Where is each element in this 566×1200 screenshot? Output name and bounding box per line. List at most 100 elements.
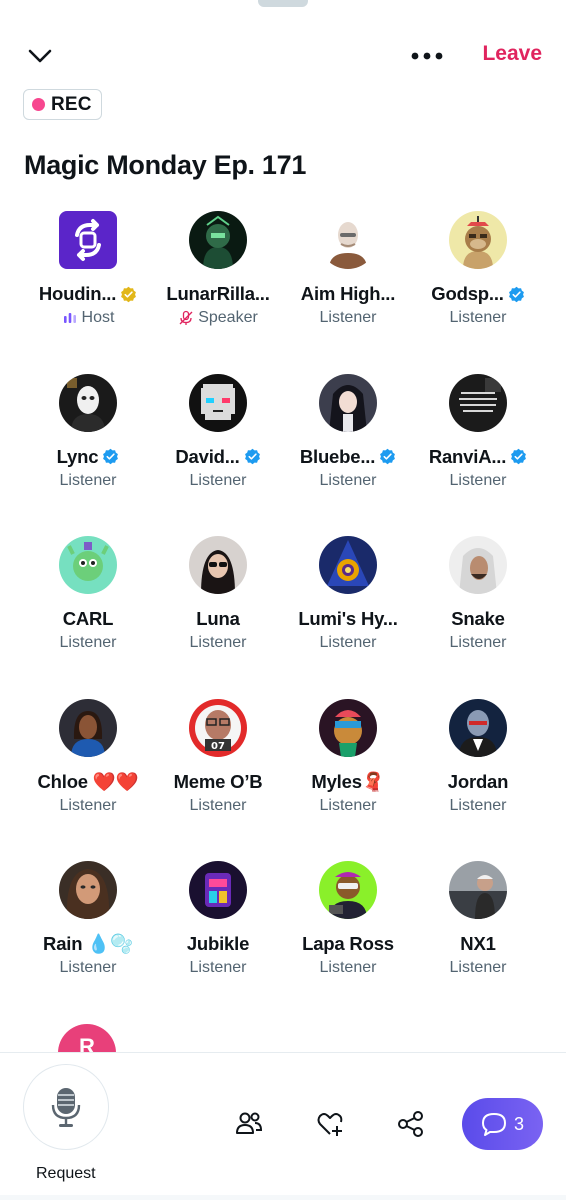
avatar[interactable] <box>319 861 377 919</box>
comments-count: 3 <box>513 1113 524 1134</box>
participant-name-row: CARL <box>63 608 114 630</box>
participant-name-row: David... <box>175 446 260 468</box>
audio-bars-icon <box>63 313 76 323</box>
participant-2[interactable]: LunarRilla... Speaker <box>153 211 283 374</box>
verified-badge-icon <box>380 448 396 465</box>
participant-name: Lync <box>56 445 99 467</box>
top-bar: Leave <box>0 30 566 82</box>
avatar[interactable] <box>59 536 117 594</box>
avatar[interactable] <box>189 373 247 432</box>
avatar[interactable]: R <box>58 1024 116 1054</box>
participant-role: Listener <box>319 309 377 326</box>
avatar[interactable] <box>449 861 507 919</box>
participant-role: Listener <box>319 796 377 814</box>
participant-name-row: Bluebe... <box>300 446 396 468</box>
participant-name: Lumi's Hy... <box>298 608 398 629</box>
participant-15[interactable]: Myles🧣 Listener <box>283 698 413 862</box>
participant-name: NX1 <box>460 933 496 954</box>
participant-role-row: Listener <box>60 634 117 652</box>
participant-name-row: Lumi's Hy... <box>298 608 398 630</box>
participant-name-row: Jordan <box>448 771 509 793</box>
svg-text:07: 07 <box>211 741 225 752</box>
participant-11[interactable]: Lumi's Hy... Listener <box>283 536 413 699</box>
avatar[interactable] <box>449 211 507 269</box>
participant-18[interactable]: Jubikle Listener <box>153 861 283 1024</box>
avatar[interactable] <box>59 698 117 757</box>
leave-button[interactable]: Leave <box>482 42 542 66</box>
participant-role-row: Listener <box>320 634 377 652</box>
participant-12[interactable]: Snake Listener <box>413 536 543 699</box>
avatar[interactable] <box>319 698 377 757</box>
participant-role-row: Listener <box>320 797 377 815</box>
avatar[interactable] <box>449 536 507 594</box>
participant-3[interactable]: Aim High... Listener <box>283 211 413 374</box>
participant-name: Myles🧣 <box>311 770 385 792</box>
participant-4[interactable]: Godsp... Listener <box>413 211 543 374</box>
participant-name: Houdin... <box>38 283 117 304</box>
participant-role-row: Listener <box>60 959 117 977</box>
participant-name-row: Snake <box>451 608 505 630</box>
participant-role: Listener <box>189 796 247 814</box>
avatar[interactable] <box>449 698 507 757</box>
participant-role-row: Host <box>62 309 115 327</box>
participant-8[interactable]: RanviA... Listener <box>413 373 543 537</box>
participant-name-row: Myles🧣 <box>311 771 384 793</box>
participant-name-row: Jubikle <box>187 933 250 955</box>
participant-role-row: Listener <box>450 797 507 815</box>
verified-badge-icon <box>121 286 137 302</box>
participant-name: LunarRilla... <box>166 283 270 304</box>
share-icon[interactable] <box>396 1109 426 1139</box>
avatar[interactable] <box>59 861 117 919</box>
participant-name: Lapa Ross <box>302 933 394 954</box>
comments-button[interactable]: 3 <box>462 1098 543 1150</box>
participant-name: Bluebe... <box>299 445 376 467</box>
participant-role: Listener <box>319 634 377 651</box>
participant-role-row: Listener <box>190 959 247 977</box>
participant-name: Godsp... <box>431 283 504 304</box>
avatar[interactable] <box>189 536 247 594</box>
participant-role-row: Listener <box>190 797 247 815</box>
participant-name-row: RanviA... <box>429 446 527 468</box>
participant-name-row: Lync <box>57 446 120 468</box>
avatar[interactable] <box>59 211 117 269</box>
participant-role-row: Listener <box>450 959 507 977</box>
participant-1[interactable]: Houdin... Host <box>23 211 153 374</box>
participant-19[interactable]: Lapa Ross Listener <box>283 861 413 1024</box>
participant-7[interactable]: Bluebe... Listener <box>283 373 413 537</box>
participant-6[interactable]: David... Listener <box>153 373 283 537</box>
participant-5[interactable]: Lync Listener <box>23 373 153 537</box>
participant-10[interactable]: Luna Listener <box>153 536 283 699</box>
participant-20[interactable]: NX1 Listener <box>413 861 543 1024</box>
participant-9[interactable]: CARL Listener <box>23 536 153 699</box>
request-mic-button[interactable] <box>23 1064 109 1150</box>
participant-role: Listener <box>189 959 247 976</box>
participant-role-row: Listener <box>450 634 507 652</box>
participant-role: Host <box>81 309 115 326</box>
participant-13[interactable]: Chloe ❤️❤️ Listener <box>23 698 153 862</box>
participant-name: Rain 💧🫧 <box>43 933 133 954</box>
more-options-icon[interactable] <box>404 38 450 74</box>
participant-role: Speaker <box>198 309 258 326</box>
avatar[interactable] <box>319 211 377 269</box>
add-reaction-icon[interactable] <box>315 1109 345 1139</box>
avatar[interactable] <box>319 373 377 432</box>
sheet-drag-handle[interactable] <box>258 0 308 7</box>
chevron-down-icon[interactable] <box>22 38 58 74</box>
recording-label: REC <box>51 93 92 115</box>
participant-role-row: Listener <box>320 309 377 327</box>
people-icon[interactable] <box>234 1109 264 1139</box>
participant-14[interactable]: 07 Meme O’B Listener <box>153 698 283 862</box>
participant-name-row: Aim High... <box>301 283 396 305</box>
avatar[interactable] <box>59 373 117 432</box>
avatar[interactable] <box>189 861 247 919</box>
participant-role: Listener <box>449 634 507 651</box>
participant-role-row: Speaker <box>178 309 258 327</box>
participant-17[interactable]: Rain 💧🫧 Listener <box>23 861 153 1024</box>
avatar[interactable] <box>449 373 507 432</box>
avatar[interactable]: 07 <box>189 698 247 757</box>
participant-role: Listener <box>449 959 507 976</box>
participant-name: Luna <box>196 608 240 629</box>
participant-16[interactable]: Jordan Listener <box>413 698 543 862</box>
avatar[interactable] <box>189 211 247 269</box>
avatar[interactable] <box>319 536 377 594</box>
